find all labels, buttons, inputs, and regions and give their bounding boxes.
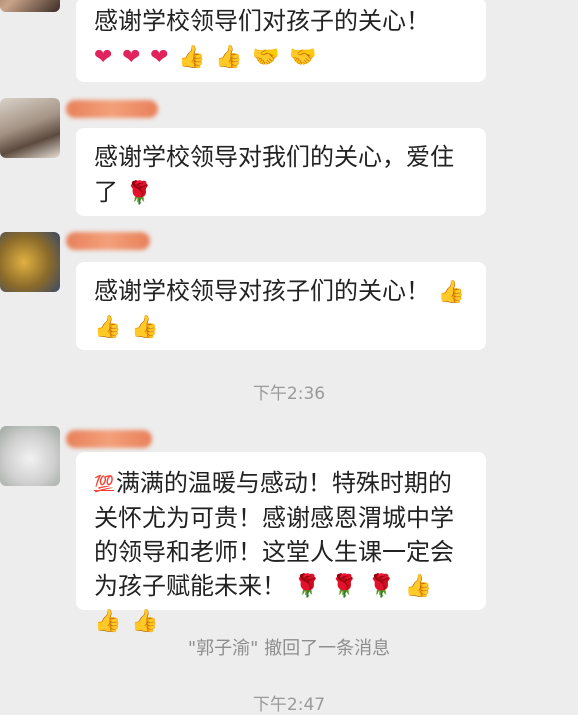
- thumbs-up-icon: 👍: [178, 44, 206, 70]
- heart-icon: ❤: [122, 44, 141, 70]
- time-separator: 下午2:36: [252, 384, 326, 404]
- avatar[interactable]: [0, 426, 60, 486]
- message-text: 满满的温暖与感动！特殊时期的关怀尤为可贵！感谢感恩渭城中学的领导和老师！这堂人生…: [94, 469, 454, 600]
- avatar[interactable]: [0, 232, 60, 292]
- rose-icon: 🌹: [293, 574, 322, 599]
- thumbs-up-icon: 👍: [131, 315, 159, 340]
- message-bubble[interactable]: 感谢学校领导对孩子们的关心！ 👍 👍 👍: [76, 262, 486, 350]
- thumbs-up-icon: 👍: [404, 574, 433, 599]
- thumbs-up-icon: 👍: [437, 279, 466, 305]
- recall-notice: "郭子渝" 撤回了一条消息: [187, 638, 391, 659]
- avatar[interactable]: [0, 98, 60, 158]
- thumbs-up-icon: 👍: [94, 315, 122, 340]
- thumbs-up-icon: 👍: [215, 44, 243, 70]
- sender-name-redacted: [66, 100, 158, 118]
- heart-icon: ❤: [150, 44, 169, 70]
- rose-icon: 🌹: [125, 180, 154, 206]
- message-bubble[interactable]: 💯满满的温暖与感动！特殊时期的关怀尤为可贵！感谢感恩渭城中学的领导和老师！这堂人…: [76, 452, 486, 634]
- message-text: 感谢学校领导对孩子们的关心！: [94, 277, 430, 305]
- sender-name-redacted: [66, 430, 152, 448]
- avatar[interactable]: [0, 0, 60, 12]
- message-bubble[interactable]: 感谢学校领导对我们的关心，爱住了 🌹: [76, 128, 486, 216]
- message-bubble[interactable]: 感谢学校领导们对孩子的关心！ ❤ ❤ ❤ 👍 👍 🤝 🤝: [76, 0, 486, 82]
- rose-icon: 🌹: [367, 574, 396, 599]
- sender-name-redacted: [66, 232, 150, 250]
- rose-icon: 🌹: [330, 574, 359, 599]
- handshake-icon: 🤝: [252, 44, 280, 70]
- emoji-row: ❤ ❤ ❤ 👍 👍 🤝 🤝: [94, 39, 468, 75]
- message-text: 感谢学校领导们对孩子的关心！: [94, 7, 430, 35]
- time-separator-partial: 下午2:47: [252, 695, 326, 715]
- hundred-points-icon: 💯: [94, 474, 114, 493]
- heart-icon: ❤: [94, 44, 113, 70]
- handshake-icon: 🤝: [289, 44, 317, 70]
